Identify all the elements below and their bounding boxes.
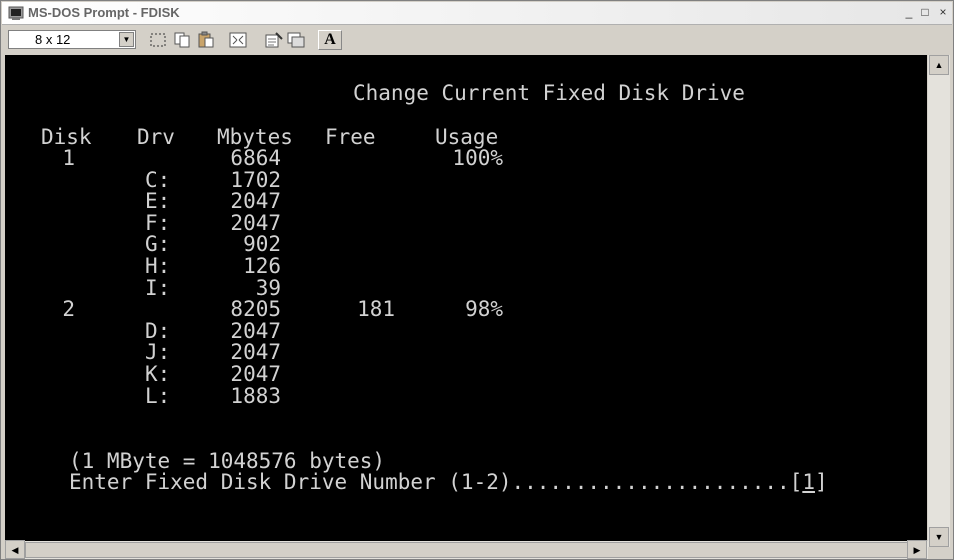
table-cell-mbytes: 2047 bbox=[230, 318, 281, 343]
copy-icon[interactable] bbox=[172, 31, 192, 49]
prompt-bracket-close: ] bbox=[814, 470, 828, 494]
horizontal-scrollbar[interactable]: ◀ ▶ bbox=[5, 540, 928, 559]
ms-dos-window: MS-DOS Prompt - FDISK _ □ × 8 x 12 ▼ A C… bbox=[0, 0, 954, 560]
table-cell-drv: H: bbox=[145, 254, 171, 278]
horizontal-scroll-thumb[interactable] bbox=[25, 542, 915, 558]
table-cell-mbytes: 39 bbox=[255, 275, 281, 300]
col-header-disk: Disk bbox=[41, 125, 92, 149]
properties-icon[interactable] bbox=[264, 31, 284, 49]
table-cell-drv: C: bbox=[145, 167, 171, 192]
prompt-bracket-open: [ bbox=[789, 470, 803, 494]
background-icon[interactable] bbox=[286, 31, 306, 49]
vertical-scrollbar[interactable]: ▲ ▼ bbox=[928, 55, 950, 547]
table-cell-usage: 98% bbox=[465, 297, 503, 322]
scroll-up-button[interactable]: ▲ bbox=[929, 55, 949, 75]
screen-heading: Change Current Fixed Disk Drive bbox=[353, 81, 745, 105]
table-cell-drv: G: bbox=[145, 232, 171, 257]
drive-prompt: Enter Fixed Disk Drive Number (1-2).....… bbox=[69, 472, 828, 493]
col-header-usage: Usage bbox=[435, 125, 499, 149]
table-cell-mbytes: 126 bbox=[243, 254, 281, 278]
table-cell-mbytes: 6864 bbox=[230, 146, 281, 170]
col-header-free: Free bbox=[325, 125, 376, 149]
table-cell-mbytes: 2047 bbox=[230, 210, 281, 235]
table-cell-disk: 1 bbox=[62, 146, 75, 170]
table-cell-disk: 2 bbox=[62, 297, 75, 322]
col-header-drv: Drv bbox=[137, 125, 175, 149]
table-cell-mbytes: 1883 bbox=[230, 383, 281, 408]
table-cell-mbytes: 1702 bbox=[230, 167, 281, 192]
ms-dos-icon bbox=[8, 6, 24, 20]
title-bar[interactable]: MS-DOS Prompt - FDISK _ □ × bbox=[2, 2, 952, 25]
table-cell-mbytes: 902 bbox=[243, 232, 281, 257]
font-size-select[interactable]: 8 x 12 ▼ bbox=[8, 30, 136, 49]
prompt-text: Enter Fixed Disk Drive Number (1-2).....… bbox=[69, 470, 790, 494]
toolbar: 8 x 12 ▼ A bbox=[2, 25, 952, 55]
table-cell-drv: E: bbox=[145, 189, 171, 214]
minimize-button[interactable]: _ bbox=[902, 5, 916, 19]
chevron-down-icon[interactable]: ▼ bbox=[119, 32, 134, 47]
table-cell-mbytes: 2047 bbox=[230, 362, 281, 386]
table-cell-usage: 100% bbox=[452, 146, 503, 170]
drive-number-input[interactable]: 1 bbox=[802, 470, 815, 494]
col-header-mbytes: Mbytes bbox=[217, 125, 293, 149]
table-cell-drv: L: bbox=[145, 383, 171, 408]
mark-icon[interactable] bbox=[148, 31, 168, 49]
terminal-screen[interactable]: Change Current Fixed Disk Drive Disk Drv… bbox=[5, 55, 927, 547]
close-button[interactable]: × bbox=[936, 5, 950, 19]
table-cell-drv: D: bbox=[145, 318, 171, 343]
table-cell-mbytes: 8205 bbox=[230, 297, 281, 322]
table-cell-mbytes: 2047 bbox=[230, 189, 281, 214]
table-cell-drv: J: bbox=[145, 340, 171, 365]
scroll-left-button[interactable]: ◀ bbox=[5, 540, 25, 559]
maximize-button[interactable]: □ bbox=[918, 5, 932, 19]
table-cell-drv: F: bbox=[145, 210, 171, 235]
paste-icon[interactable] bbox=[196, 31, 216, 49]
table-cell-drv: K: bbox=[145, 362, 171, 386]
font-size-value: 8 x 12 bbox=[35, 32, 71, 47]
table-cell-drv: I: bbox=[145, 275, 171, 300]
window-title: MS-DOS Prompt - FDISK bbox=[28, 5, 180, 20]
mbyte-note: (1 MByte = 1048576 bytes) bbox=[69, 449, 386, 473]
table-cell-free: 181 bbox=[357, 297, 395, 322]
font-icon[interactable]: A bbox=[318, 30, 342, 50]
table-cell-mbytes: 2047 bbox=[230, 340, 281, 365]
scroll-down-button[interactable]: ▼ bbox=[929, 527, 949, 547]
scroll-right-button[interactable]: ▶ bbox=[907, 540, 927, 559]
fullscreen-icon[interactable] bbox=[228, 31, 248, 49]
